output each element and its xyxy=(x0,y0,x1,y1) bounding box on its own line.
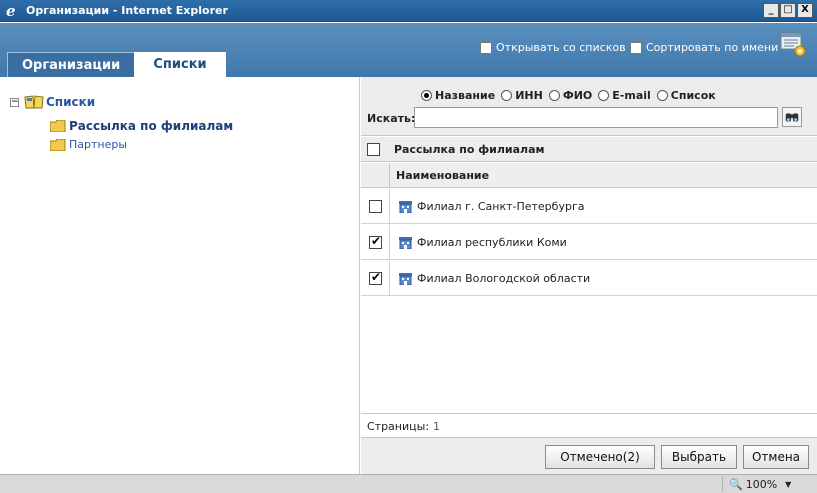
folder-icon xyxy=(50,138,66,151)
column-divider xyxy=(389,261,390,296)
grid-title: Рассылка по филиалам xyxy=(394,142,545,156)
zoom-level: 100% xyxy=(745,477,778,491)
row-checkbox-cell xyxy=(369,200,382,213)
open-from-lists-label: Открывать со списков xyxy=(496,41,626,54)
radio-button[interactable] xyxy=(656,90,668,101)
tab-lists[interactable]: Списки xyxy=(134,52,226,77)
sort-by-name-label: Сортировать по имени xyxy=(646,41,779,54)
radio-email[interactable]: E-mail xyxy=(598,89,651,102)
tree-item-branch-mailing[interactable]: Рассылка по филиалам xyxy=(50,119,233,133)
binoculars-search-icon[interactable] xyxy=(782,107,802,127)
tree-item-partners[interactable]: Партнеры xyxy=(50,138,127,151)
row-checkbox-cell xyxy=(369,270,382,285)
open-from-lists-checkbox[interactable] xyxy=(480,41,492,54)
tree-item-label: Рассылка по филиалам xyxy=(69,119,234,133)
search-filter-bar: Название ИНН ФИО E-mail Список Искать: xyxy=(361,77,817,136)
row-checkbox[interactable] xyxy=(369,270,382,285)
open-from-lists-option[interactable]: Открывать со списков xyxy=(480,41,626,54)
search-input[interactable] xyxy=(414,107,778,128)
organization-icon xyxy=(399,237,412,249)
tree-root-label: Списки xyxy=(46,95,96,109)
window-title: Организации - Internet Explorer xyxy=(26,4,228,17)
search-label: Искать: xyxy=(367,112,416,125)
organization-name: Филиал Вологодской области xyxy=(417,272,591,285)
column-divider xyxy=(389,189,390,224)
column-header: Наименование xyxy=(361,163,817,188)
marked-button[interactable]: Отмечено(2) xyxy=(545,445,655,469)
chevron-down-icon[interactable]: ▼ xyxy=(785,480,791,489)
table-row[interactable]: Филиал республики Коми xyxy=(361,225,817,260)
zoom-control[interactable]: 🔍 100% ▼ xyxy=(722,476,802,492)
lists-tree-panel: − Списки Рассылка по филиалам Партнеры xyxy=(0,77,360,474)
folder-icon xyxy=(50,120,66,132)
pager: Страницы: 1 xyxy=(361,413,817,437)
tree-root-lists[interactable]: − Списки xyxy=(10,95,95,109)
close-button[interactable]: X xyxy=(797,3,813,18)
list-settings-icon[interactable] xyxy=(780,31,806,57)
page-link[interactable]: 1 xyxy=(433,420,440,433)
row-checkbox[interactable] xyxy=(369,234,382,249)
header-band: Открывать со списков Сортировать по имен… xyxy=(0,23,817,77)
grid-title-bar: Рассылка по филиалам xyxy=(361,137,817,162)
list-members-panel: Название ИНН ФИО E-mail Список Искать: Р… xyxy=(361,77,817,474)
organization-name: Филиал республики Коми xyxy=(417,236,567,249)
row-checkbox[interactable] xyxy=(369,200,382,213)
radio-label: ФИО xyxy=(562,89,593,102)
status-bar: 🔍 100% ▼ xyxy=(0,474,817,493)
organization-icon xyxy=(399,201,412,213)
sort-by-name-checkbox[interactable] xyxy=(630,41,642,54)
radio-list[interactable]: Список xyxy=(656,89,716,102)
column-divider xyxy=(389,163,390,188)
radio-inn[interactable]: ИНН xyxy=(501,89,543,102)
maximize-button[interactable]: □ xyxy=(780,3,796,18)
row-checkbox-cell xyxy=(369,234,382,249)
search-field-radios: Название ИНН ФИО E-mail Список xyxy=(421,89,722,102)
column-name-header[interactable]: Наименование xyxy=(396,169,489,182)
table-row[interactable]: Филиал г. Санкт-Петербурга xyxy=(361,189,817,224)
sort-by-name-option[interactable]: Сортировать по имени xyxy=(630,41,778,54)
radio-label: Название xyxy=(435,89,496,102)
collapse-icon[interactable]: − xyxy=(10,97,19,107)
organization-icon xyxy=(399,273,412,285)
minimize-button[interactable]: _ xyxy=(763,3,779,18)
column-divider xyxy=(389,225,390,260)
window-controls: _ □ X xyxy=(763,3,813,18)
radio-label: ИНН xyxy=(515,89,543,102)
table-row[interactable]: Филиал Вологодской области xyxy=(361,261,817,296)
radio-button[interactable] xyxy=(548,90,560,101)
radio-button[interactable] xyxy=(421,90,432,101)
radio-label: Список xyxy=(670,89,716,102)
book-icon xyxy=(24,95,44,109)
radio-fio[interactable]: ФИО xyxy=(548,89,593,102)
dialog-footer: Отмечено(2) Выбрать Отмена xyxy=(361,437,817,474)
pages-label: Страницы: xyxy=(367,420,430,433)
tree-item-label: Партнеры xyxy=(69,138,128,151)
zoom-icon: 🔍 xyxy=(729,477,743,491)
internet-explorer-icon: e xyxy=(6,1,16,20)
radio-label: E-mail xyxy=(612,89,651,102)
cancel-button[interactable]: Отмена xyxy=(743,445,809,469)
organization-name: Филиал г. Санкт-Петербурга xyxy=(417,200,585,213)
radio-name[interactable]: Название xyxy=(421,89,495,102)
radio-button[interactable] xyxy=(501,90,513,101)
radio-button[interactable] xyxy=(598,90,610,101)
window-titlebar: e Организации - Internet Explorer _ □ X xyxy=(0,0,817,22)
select-all-checkbox[interactable] xyxy=(367,142,380,156)
select-button[interactable]: Выбрать xyxy=(661,445,737,469)
tab-organizations[interactable]: Организации xyxy=(7,52,136,77)
